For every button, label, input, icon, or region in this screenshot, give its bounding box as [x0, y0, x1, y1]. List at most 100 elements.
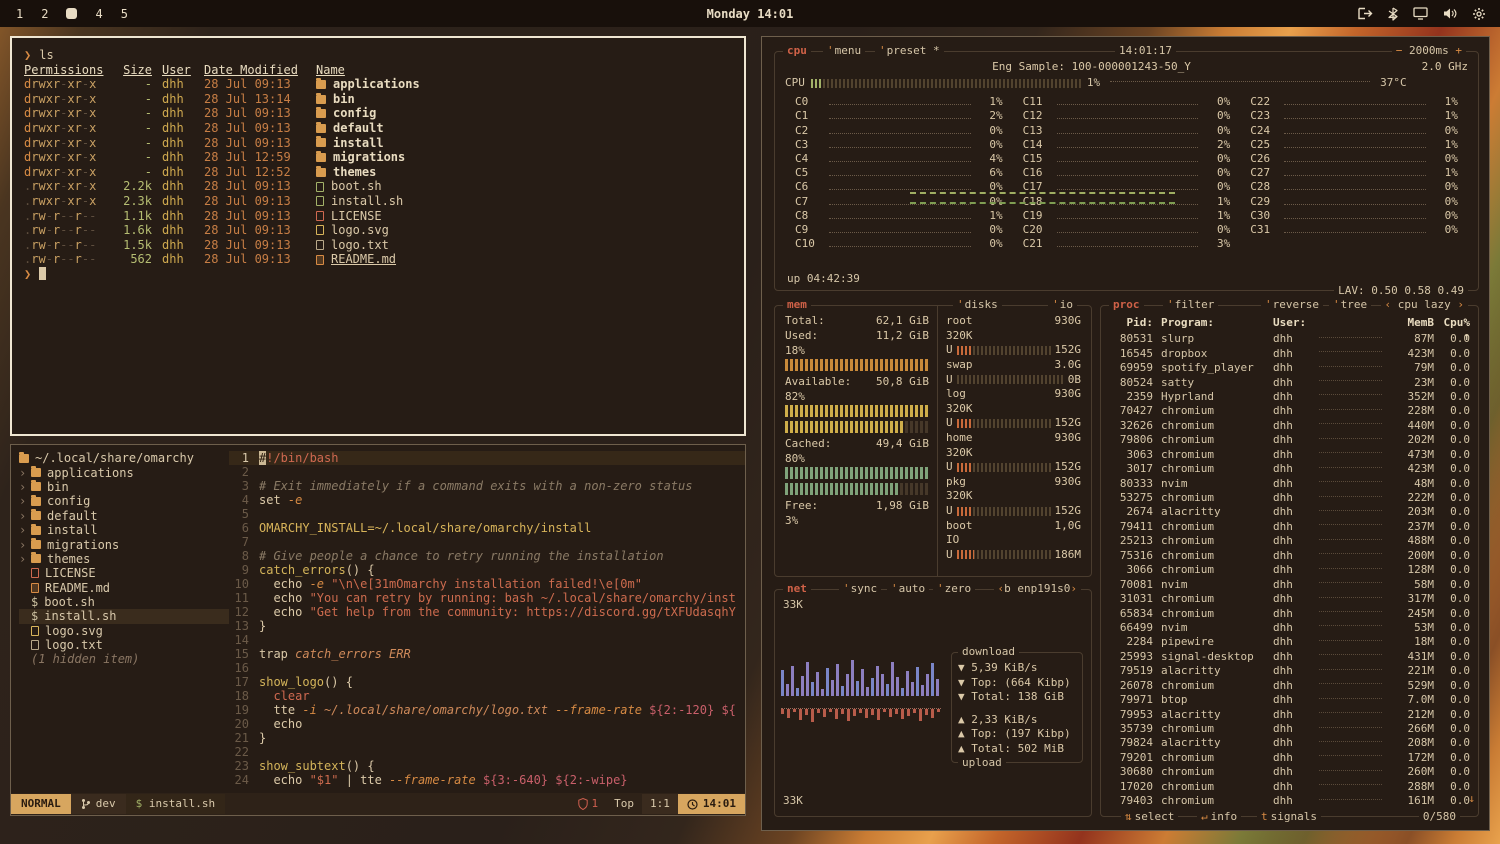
- file-name[interactable]: bin: [333, 92, 355, 107]
- process-row[interactable]: 3063chromiumdhh473M0.0: [1107, 448, 1474, 462]
- tree-item[interactable]: $boot.sh: [19, 595, 229, 609]
- process-row[interactable]: 70081nvimdhh58M0.0: [1107, 577, 1474, 591]
- file-row[interactable]: drwxr-xr-x-dhh28 Jul 09:13applications: [24, 77, 732, 92]
- file-row[interactable]: .rw-r--r--1.6kdhh28 Jul 09:13logo.svg: [24, 223, 732, 238]
- tree-item[interactable]: LICENSE: [19, 566, 229, 580]
- file-row[interactable]: .rwxr-xr-x2.3kdhh28 Jul 09:13install.sh: [24, 194, 732, 209]
- proc-reverse-button[interactable]: reverse: [1261, 298, 1323, 312]
- process-row[interactable]: 2674alacrittydhh203M0.0: [1107, 505, 1474, 519]
- btop-window[interactable]: cpu menu preset * 14:01:17 − 2000ms + En…: [761, 36, 1490, 831]
- process-row[interactable]: 30680chromiumdhh260M0.0: [1107, 765, 1474, 779]
- file-name[interactable]: install: [333, 136, 384, 151]
- process-row[interactable]: 31031chromiumdhh317M0.0: [1107, 592, 1474, 606]
- file-row[interactable]: drwxr-xr-x-dhh28 Jul 13:14bin: [24, 92, 732, 107]
- process-row[interactable]: 2284pipewiredhh18M0.0: [1107, 635, 1474, 649]
- tree-item[interactable]: README.md: [19, 581, 229, 595]
- process-row[interactable]: 80524sattydhh23M0.0: [1107, 375, 1474, 389]
- file-name[interactable]: migrations: [333, 150, 405, 165]
- display-icon[interactable]: [1413, 7, 1428, 20]
- net-zero-button[interactable]: zero: [933, 582, 975, 596]
- file-row[interactable]: drwxr-xr-x-dhh28 Jul 09:13default: [24, 121, 732, 136]
- process-row[interactable]: 2359Hyprlanddhh352M0.0: [1107, 390, 1474, 404]
- process-row[interactable]: 25993signal-desktopdhh431M0.0: [1107, 650, 1474, 664]
- tree-item[interactable]: logo.txt: [19, 638, 229, 652]
- file-name[interactable]: themes: [333, 165, 376, 180]
- file-row[interactable]: .rwxr-xr-x2.2kdhh28 Jul 09:13boot.sh: [24, 179, 732, 194]
- tree-item[interactable]: ›install: [19, 523, 229, 537]
- file-name[interactable]: boot.sh: [331, 179, 382, 194]
- process-row[interactable]: 79806chromiumdhh202M0.0: [1107, 433, 1474, 447]
- process-row[interactable]: 32626chromiumdhh440M0.0: [1107, 419, 1474, 433]
- process-row[interactable]: 3066chromiumdhh128M0.0: [1107, 563, 1474, 577]
- tree-root[interactable]: ~/.local/share/omarchy: [19, 451, 229, 465]
- process-row[interactable]: 79201chromiumdhh172M0.0: [1107, 751, 1474, 765]
- file-name[interactable]: applications: [333, 77, 420, 92]
- workspace-button[interactable]: 5: [121, 7, 128, 21]
- process-row[interactable]: 80333nvimdhh48M0.0: [1107, 476, 1474, 490]
- process-row[interactable]: 53275chromiumdhh222M0.0: [1107, 491, 1474, 505]
- interval-increase[interactable]: +: [1455, 44, 1462, 57]
- tree-item[interactable]: ›default: [19, 509, 229, 523]
- process-row[interactable]: 70427chromiumdhh228M0.0: [1107, 404, 1474, 418]
- process-row[interactable]: 79411chromiumdhh237M0.0: [1107, 520, 1474, 534]
- workspace-active-icon[interactable]: [66, 8, 77, 19]
- proc-tree-button[interactable]: tree: [1329, 298, 1371, 312]
- process-row[interactable]: 79824alacrittydhh208M0.0: [1107, 736, 1474, 750]
- proc-sort-selector[interactable]: ‹ cpu lazy ›: [1381, 298, 1468, 312]
- tree-item[interactable]: ›themes: [19, 552, 229, 566]
- tree-item[interactable]: ›bin: [19, 480, 229, 494]
- proc-header-pid[interactable]: Pid:: [1107, 316, 1153, 332]
- file-row[interactable]: drwxr-xr-x-dhh28 Jul 09:13config: [24, 106, 732, 121]
- net-auto-button[interactable]: auto: [887, 582, 929, 596]
- tree-item[interactable]: logo.svg: [19, 624, 229, 638]
- code-editor[interactable]: 1#!/bin/bash23# Exit immediately if a co…: [229, 445, 745, 793]
- terminal-cursor-line[interactable]: ❯: [24, 267, 732, 282]
- proc-info-hint[interactable]: ↵info: [1197, 810, 1241, 824]
- process-row[interactable]: 75316chromiumdhh200M0.0: [1107, 549, 1474, 563]
- process-row[interactable]: 79971btopdhh7.0M0.0: [1107, 693, 1474, 707]
- scroll-down-arrow[interactable]: ↓: [1468, 792, 1475, 806]
- file-name[interactable]: config: [333, 106, 376, 121]
- file-row[interactable]: drwxr-xr-x-dhh28 Jul 09:13install: [24, 136, 732, 151]
- bluetooth-icon[interactable]: [1388, 7, 1398, 21]
- file-name[interactable]: default: [333, 121, 384, 136]
- tree-item[interactable]: $install.sh: [19, 609, 229, 623]
- process-row[interactable]: 3017chromiumdhh423M0.0: [1107, 462, 1474, 476]
- update-interval[interactable]: − 2000ms +: [1392, 44, 1466, 58]
- workspace-button[interactable]: 1: [16, 7, 23, 21]
- file-name[interactable]: LICENSE: [331, 209, 382, 224]
- logout-icon[interactable]: [1358, 7, 1373, 20]
- net-interface[interactable]: ‹b enp191s0›: [994, 582, 1081, 596]
- file-row[interactable]: .rw-r--r--1.5kdhh28 Jul 09:13logo.txt: [24, 238, 732, 253]
- file-row[interactable]: .rw-r--r--562dhh28 Jul 09:13README.md: [24, 252, 732, 267]
- process-row[interactable]: 69959spotify_playerdhh79M0.0: [1107, 361, 1474, 375]
- settings-gear-icon[interactable]: [1472, 7, 1486, 21]
- file-name[interactable]: logo.txt: [331, 238, 389, 253]
- process-row[interactable]: 25213chromiumdhh488M0.0: [1107, 534, 1474, 548]
- proc-header-cpu[interactable]: Cpu% ↑: [1434, 316, 1474, 332]
- process-row[interactable]: 79519alacrittydhh221M0.0: [1107, 664, 1474, 678]
- interval-decrease[interactable]: −: [1396, 44, 1403, 57]
- process-row[interactable]: 26078chromiumdhh529M0.0: [1107, 679, 1474, 693]
- process-row[interactable]: 17020chromiumdhh288M0.0: [1107, 780, 1474, 794]
- file-name[interactable]: README.md: [331, 252, 396, 267]
- file-row[interactable]: .rw-r--r--1.1kdhh28 Jul 09:13LICENSE: [24, 209, 732, 224]
- proc-signals-hint[interactable]: tsignals: [1257, 810, 1321, 824]
- process-row[interactable]: 79403chromiumdhh161M0.0: [1107, 794, 1474, 808]
- net-sync-button[interactable]: sync: [839, 582, 881, 596]
- proc-select-hint[interactable]: ⇅select: [1121, 810, 1178, 824]
- editor-window[interactable]: ~/.local/share/omarchy ›applications›bin…: [10, 444, 746, 816]
- proc-header-user[interactable]: User:: [1273, 316, 1313, 332]
- file-row[interactable]: drwxr-xr-x-dhh28 Jul 12:52themes: [24, 165, 732, 180]
- workspace-button[interactable]: 2: [41, 7, 48, 21]
- terminal-window-ls[interactable]: ❯ ls Permissions Size User Date Modified…: [10, 36, 746, 436]
- process-row[interactable]: 66499nvimdhh53M0.0: [1107, 621, 1474, 635]
- preset-button[interactable]: preset *: [875, 44, 944, 58]
- tree-item[interactable]: ›applications: [19, 465, 229, 479]
- tree-item[interactable]: ›migrations: [19, 537, 229, 551]
- proc-header-mem[interactable]: MemB: [1388, 316, 1434, 332]
- file-name[interactable]: install.sh: [331, 194, 403, 209]
- file-name[interactable]: logo.svg: [331, 223, 389, 238]
- workspace-button[interactable]: 4: [95, 7, 102, 21]
- process-row[interactable]: 79953alacrittydhh212M0.0: [1107, 707, 1474, 721]
